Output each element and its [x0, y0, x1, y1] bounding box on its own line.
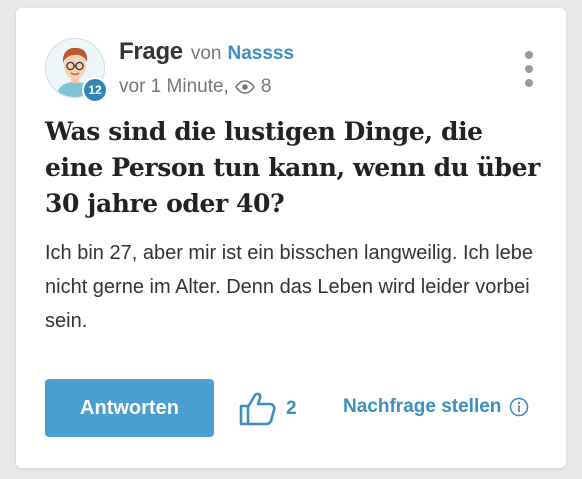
author-link[interactable]: Nassss [228, 43, 295, 65]
thumbs-up-icon [239, 392, 276, 426]
menu-dot [525, 51, 533, 59]
post-header: Frage von Nassss [119, 38, 294, 68]
eye-icon [234, 80, 255, 94]
view-count: 8 [260, 76, 272, 97]
post-type-label: Frage [119, 38, 183, 65]
question-card: 12 Frage von Nassss vor 1 Minute, 8 Was … [16, 8, 566, 468]
rank-badge: 12 [82, 77, 108, 103]
like-count: 2 [286, 398, 297, 419]
menu-dot [525, 79, 533, 87]
by-label: von [190, 43, 222, 64]
answer-button[interactable]: Antworten [45, 379, 214, 437]
follow-up-button[interactable]: Nachfrage stellen [343, 396, 529, 418]
menu-dot [525, 65, 533, 73]
post-meta: vor 1 Minute, 8 [119, 76, 271, 98]
question-body: Ich bin 27, aber mir ist ein bisschen la… [45, 242, 534, 332]
timestamp: vor 1 Minute, [119, 76, 229, 97]
like-button[interactable]: 2 [238, 392, 297, 426]
info-icon[interactable] [509, 397, 529, 417]
follow-up-label: Nachfrage stellen [343, 396, 502, 417]
question-title[interactable]: Was sind die lustigen Dinge, die eine Pe… [45, 114, 545, 222]
kebab-menu-icon[interactable] [522, 51, 536, 87]
